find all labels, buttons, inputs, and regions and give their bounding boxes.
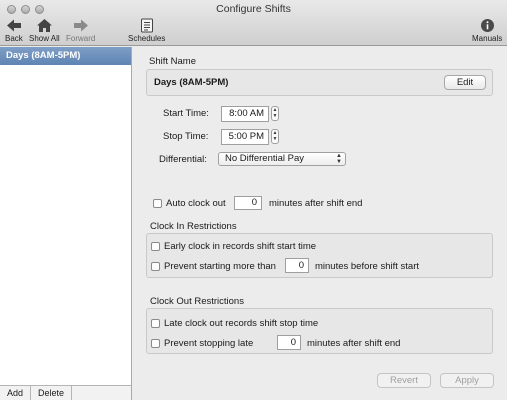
prevent-early-label: Prevent starting more than	[164, 261, 276, 272]
stop-time-field[interactable]: 5:00 PM	[221, 129, 269, 145]
forward-arrow-icon	[73, 19, 88, 32]
manuals-label: Manuals	[472, 34, 503, 43]
forward-label: Forward	[66, 34, 96, 43]
auto-clock-out-checkbox[interactable]	[153, 199, 162, 208]
start-time-field[interactable]: 8:00 AM	[221, 106, 269, 122]
differential-select[interactable]: No Differential Pay ▲ ▼	[218, 152, 346, 166]
popup-arrows-icon: ▲ ▼	[336, 153, 342, 165]
early-clock-in-checkbox[interactable]	[151, 242, 160, 251]
prevent-early-suffix: minutes before shift start	[315, 261, 420, 272]
delete-shift-button[interactable]: Delete	[31, 386, 73, 400]
info-icon	[480, 19, 494, 32]
add-shift-button[interactable]: Add	[0, 386, 32, 400]
start-time-stepper[interactable]: ▲ ▼	[271, 106, 279, 121]
shift-name-heading: Shift Name	[149, 56, 196, 67]
differential-label: Differential:	[159, 154, 207, 165]
home-icon	[36, 19, 52, 32]
auto-clock-out-label: Auto clock out	[166, 198, 226, 209]
clock-out-box: Late clock out records shift stop time P…	[146, 308, 493, 354]
prevent-late-minutes[interactable]: 0	[277, 335, 301, 350]
prevent-early-checkbox[interactable]	[151, 262, 160, 271]
shift-name-box: Days (8AM-5PM) Edit	[146, 69, 493, 96]
show-all-label: Show All	[29, 34, 60, 43]
shift-list-sidebar: Days (8AM-5PM) Add Delete	[0, 47, 132, 400]
stop-time-label: Stop Time:	[163, 131, 209, 142]
prevent-late-label: Prevent stopping late	[164, 338, 254, 349]
back-label: Back	[5, 34, 23, 43]
schedules-list-icon	[140, 18, 153, 33]
back-button[interactable]: Back	[5, 18, 23, 43]
early-clock-in-label: Early clock in records shift start time	[164, 241, 317, 252]
window-title: Configure Shifts	[216, 3, 291, 15]
auto-clock-out-minutes[interactable]: 0	[234, 196, 262, 210]
auto-clock-out-suffix: minutes after shift end	[269, 198, 363, 209]
shift-detail-panel: Shift Name Days (8AM-5PM) Edit Start Tim…	[133, 47, 507, 400]
title-bar: Configure Shifts Back Show All Forward S…	[0, 0, 507, 46]
prevent-late-suffix: minutes after shift end	[307, 338, 401, 349]
clock-in-box: Early clock in records shift start time …	[146, 233, 493, 278]
clock-in-heading: Clock In Restrictions	[150, 221, 237, 232]
show-all-button[interactable]: Show All	[29, 18, 60, 43]
schedules-button[interactable]: Schedules	[128, 18, 165, 43]
clock-out-heading: Clock Out Restrictions	[150, 296, 244, 307]
forward-button[interactable]: Forward	[66, 18, 95, 43]
sidebar-footer: Add Delete	[0, 385, 131, 400]
shift-name-value: Days (8AM-5PM)	[154, 77, 229, 88]
back-arrow-icon	[6, 19, 21, 32]
sidebar-item-days[interactable]: Days (8AM-5PM)	[0, 47, 131, 65]
late-clock-out-checkbox[interactable]	[151, 319, 160, 328]
start-time-label: Start Time:	[163, 108, 209, 119]
late-clock-out-label: Late clock out records shift stop time	[164, 318, 319, 329]
prevent-early-minutes[interactable]: 0	[285, 258, 309, 273]
apply-button[interactable]: Apply	[440, 373, 494, 388]
manuals-button[interactable]: Manuals	[472, 18, 502, 43]
prevent-late-checkbox[interactable]	[151, 339, 160, 348]
differential-value: No Differential Pay	[225, 153, 305, 164]
revert-button[interactable]: Revert	[377, 373, 431, 388]
edit-name-button[interactable]: Edit	[444, 75, 486, 90]
stop-time-stepper[interactable]: ▲ ▼	[271, 129, 279, 144]
schedules-label: Schedules	[128, 34, 166, 43]
